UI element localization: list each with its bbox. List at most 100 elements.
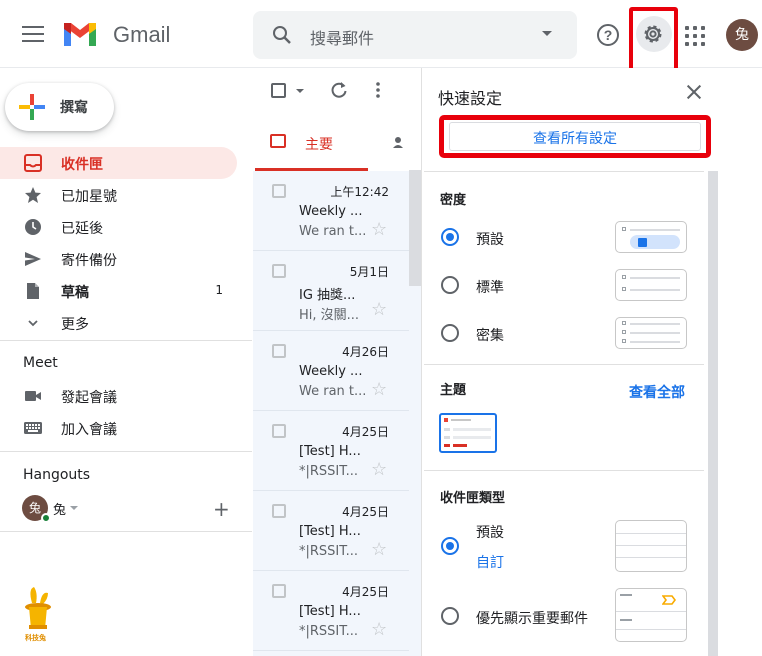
mail-date: 5月1日 bbox=[349, 265, 389, 279]
sidebar-item-label: 寄件備份 bbox=[61, 253, 117, 269]
mail-date: 4月25日 bbox=[342, 585, 389, 599]
mail-snippet: We ran t... bbox=[299, 224, 367, 239]
tab-primary[interactable]: 主要 bbox=[255, 118, 368, 171]
search-options-icon[interactable] bbox=[542, 31, 552, 36]
mail-checkbox[interactable] bbox=[272, 344, 286, 358]
theme-thumbnail[interactable] bbox=[439, 413, 497, 453]
density-compact-radio[interactable] bbox=[441, 324, 459, 342]
theme-view-all-link[interactable]: 查看全部 bbox=[629, 382, 685, 402]
inbox-default-thumbnail[interactable] bbox=[615, 520, 687, 572]
sidebar-item-sent[interactable]: 寄件備份 bbox=[0, 243, 237, 275]
inbox-customize-link[interactable]: 自訂 bbox=[476, 552, 504, 572]
quick-settings-scrollbar[interactable] bbox=[708, 171, 718, 656]
density-default-label[interactable]: 預設 bbox=[476, 229, 504, 249]
sidebar-item-inbox[interactable]: 收件匣 bbox=[0, 147, 237, 179]
clock-icon bbox=[25, 219, 41, 235]
inbox-default-label[interactable]: 預設 bbox=[476, 522, 504, 542]
help-icon[interactable]: ? bbox=[597, 24, 619, 46]
star-icon[interactable]: ☆ bbox=[371, 539, 387, 560]
density-compact-label[interactable]: 密集 bbox=[476, 325, 504, 345]
mail-checkbox[interactable] bbox=[272, 504, 286, 518]
density-default-radio[interactable] bbox=[441, 228, 459, 246]
compose-button[interactable]: 撰寫 bbox=[5, 83, 114, 131]
inbox-type-title: 收件匣類型 bbox=[440, 491, 506, 506]
sidebar-item-new-meeting[interactable]: 發起會議 bbox=[0, 380, 237, 412]
thumb-line bbox=[630, 229, 680, 231]
density-standard-label[interactable]: 標準 bbox=[476, 277, 504, 297]
search-bar[interactable]: 搜尋郵件 bbox=[253, 11, 577, 59]
inbox-default-radio[interactable] bbox=[441, 537, 459, 555]
mail-date: 4月25日 bbox=[342, 505, 389, 519]
star-icon[interactable]: ☆ bbox=[371, 459, 387, 480]
mail-snippet: Hi, 沒關... bbox=[299, 308, 360, 323]
mail-row[interactable]: 4月25日 [Test] H... *|RSSIT... ☆ bbox=[253, 491, 409, 571]
drafts-count: 1 bbox=[215, 283, 223, 297]
gmail-logo-text[interactable]: Gmail bbox=[113, 22, 170, 48]
star-icon[interactable]: ☆ bbox=[371, 219, 387, 240]
thumb-line bbox=[616, 611, 686, 612]
theme-title: 主題 bbox=[440, 383, 467, 398]
hangouts-user-name[interactable]: 兔 bbox=[53, 499, 66, 518]
thumb-line bbox=[444, 436, 450, 439]
main-menu-icon[interactable] bbox=[22, 26, 44, 44]
sidebar-item-more[interactable]: 更多 bbox=[0, 307, 237, 339]
inbox-important-first-radio[interactable] bbox=[441, 607, 459, 625]
apps-grid-icon[interactable] bbox=[685, 26, 705, 46]
mail-row[interactable]: 4月26日 Weekly ... We ran t... ☆ bbox=[253, 331, 409, 411]
mail-row[interactable]: 4月25日 [Test] H... *|RSSIT... ☆ bbox=[253, 571, 409, 651]
sidebar-item-drafts[interactable]: 草稿 1 bbox=[0, 275, 237, 307]
inbox-important-thumbnail[interactable] bbox=[615, 588, 687, 642]
mail-checkbox[interactable] bbox=[272, 184, 286, 198]
meet-section-title: Meet bbox=[23, 355, 58, 371]
account-avatar[interactable]: 兔 bbox=[726, 19, 758, 51]
qs-divider bbox=[424, 470, 704, 471]
density-title: 密度 bbox=[440, 193, 467, 208]
thumb-checkbox bbox=[622, 287, 626, 291]
refresh-icon[interactable] bbox=[330, 81, 348, 99]
thumb-checkbox bbox=[622, 275, 626, 279]
sidebar-item-label: 更多 bbox=[61, 317, 89, 333]
mail-checkbox[interactable] bbox=[272, 424, 286, 438]
thumb-logo-mark bbox=[444, 418, 448, 422]
search-input[interactable]: 搜尋郵件 bbox=[310, 25, 374, 49]
star-icon[interactable]: ☆ bbox=[371, 619, 387, 640]
thumb-line bbox=[620, 594, 632, 596]
mail-row[interactable]: 5月1日 IG 抽獎... Hi, 沒關... ☆ bbox=[253, 251, 409, 331]
thumb-checkbox bbox=[622, 330, 626, 334]
plus-icon bbox=[19, 94, 45, 120]
people-icon[interactable] bbox=[393, 136, 405, 150]
select-options-caret-icon[interactable] bbox=[296, 89, 304, 93]
mail-checkbox[interactable] bbox=[272, 584, 286, 598]
mail-row[interactable]: 上午12:42 Weekly ... We ran t... ☆ bbox=[253, 171, 409, 251]
compose-label: 撰寫 bbox=[60, 100, 88, 116]
mail-list-scrollbar[interactable] bbox=[409, 170, 421, 286]
tab-primary-label: 主要 bbox=[305, 137, 333, 153]
sidebar-item-label: 已延後 bbox=[61, 221, 103, 237]
star-icon[interactable]: ☆ bbox=[371, 379, 387, 400]
thumb-line bbox=[630, 277, 680, 279]
add-hangout-icon[interactable]: + bbox=[213, 497, 230, 521]
select-all-checkbox[interactable] bbox=[271, 83, 286, 98]
hangouts-status-caret-icon[interactable] bbox=[70, 506, 78, 510]
density-default-thumbnail[interactable] bbox=[615, 221, 687, 253]
close-icon[interactable] bbox=[686, 84, 702, 100]
top-header: Gmail 搜尋郵件 ? 兔 bbox=[0, 0, 762, 79]
gmail-logo-icon[interactable] bbox=[62, 20, 98, 48]
sidebar-item-join-meeting[interactable]: 加入會議 bbox=[0, 412, 237, 444]
mail-row[interactable]: 4月25日 [Test] H... *|RSSIT... ☆ bbox=[253, 411, 409, 491]
inbox-important-first-label[interactable]: 優先顯示重要郵件 bbox=[476, 608, 588, 628]
density-standard-radio[interactable] bbox=[441, 276, 459, 294]
sidebar-item-label: 發起會議 bbox=[61, 390, 117, 406]
mail-checkbox[interactable] bbox=[272, 264, 286, 278]
search-icon[interactable] bbox=[271, 24, 293, 46]
sidebar-item-snoozed[interactable]: 已延後 bbox=[0, 211, 237, 243]
star-icon[interactable]: ☆ bbox=[371, 299, 387, 320]
star-icon bbox=[25, 187, 41, 203]
more-vert-icon[interactable] bbox=[376, 82, 380, 98]
density-standard-thumbnail[interactable] bbox=[615, 269, 687, 301]
density-compact-thumbnail[interactable] bbox=[615, 317, 687, 349]
sidebar-item-starred[interactable]: 已加星號 bbox=[0, 179, 237, 211]
mail-sender: [Test] H... bbox=[299, 604, 361, 619]
thumb-line bbox=[616, 629, 686, 630]
see-all-settings-button[interactable]: 查看所有設定 bbox=[439, 115, 711, 158]
